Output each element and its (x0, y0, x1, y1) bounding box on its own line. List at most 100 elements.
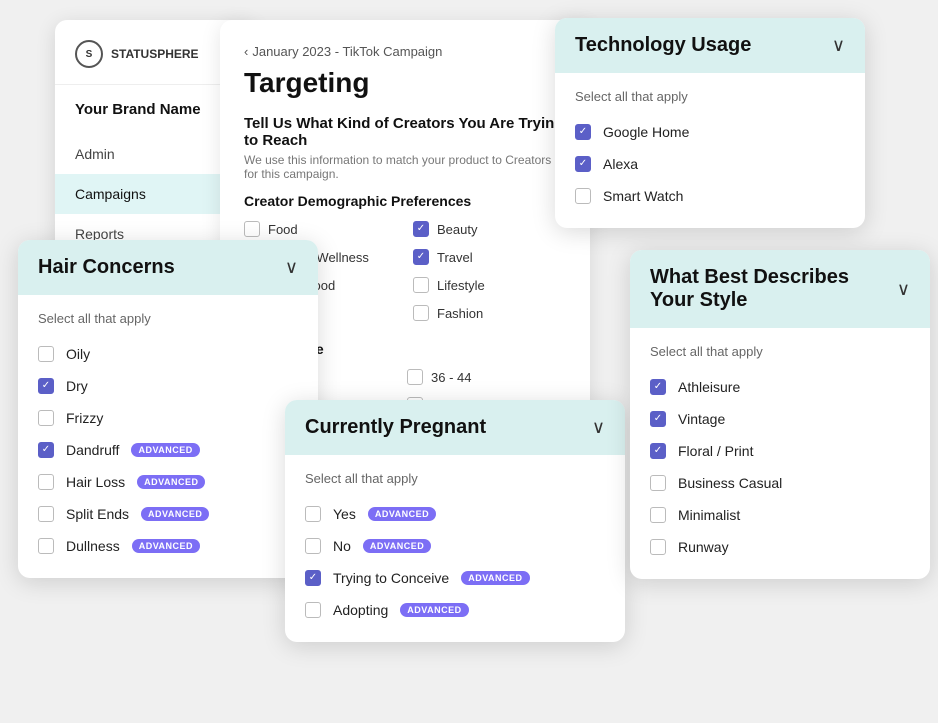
style-body: Select all that apply Athleisure Vintage… (630, 328, 930, 579)
pregnant-header[interactable]: Currently Pregnant ∨ (285, 400, 625, 455)
demo-beauty[interactable]: Beauty (413, 217, 566, 241)
pregnant-chevron-icon: ∨ (592, 417, 605, 438)
minimalist-label: Minimalist (678, 507, 740, 523)
vintage-label: Vintage (678, 411, 725, 427)
style-athleisure[interactable]: Athleisure (650, 371, 910, 403)
style-subtitle: Select all that apply (650, 344, 910, 359)
checkbox-minimalist[interactable] (650, 507, 666, 523)
hair-dandruff[interactable]: Dandruff ADVANCED (38, 434, 298, 466)
advanced-badge-dullness: ADVANCED (132, 539, 200, 553)
pregnant-no[interactable]: No ADVANCED (305, 530, 605, 562)
hair-concerns-panel: Hair Concerns ∨ Select all that apply Oi… (18, 240, 318, 578)
dandruff-label: Dandruff (66, 442, 119, 458)
hair-dry[interactable]: Dry (38, 370, 298, 402)
advanced-badge-hair-loss: ADVANCED (137, 475, 205, 489)
demographic-title: Creator Demographic Preferences (244, 193, 566, 209)
alexa-label: Alexa (603, 156, 638, 172)
pregnant-title: Currently Pregnant (305, 416, 486, 439)
tech-usage-header[interactable]: Technology Usage ∨ (555, 18, 865, 73)
oily-label: Oily (66, 346, 90, 362)
demo-fashion[interactable]: Fashion (413, 301, 566, 325)
advanced-badge-adopting: ADVANCED (400, 603, 468, 617)
checkbox-split-ends[interactable] (38, 506, 54, 522)
checkbox-adopting[interactable] (305, 602, 321, 618)
hair-oily[interactable]: Oily (38, 338, 298, 370)
advanced-badge-no: ADVANCED (363, 539, 431, 553)
pregnant-trying[interactable]: Trying to Conceive ADVANCED (305, 562, 605, 594)
style-chevron-icon: ∨ (897, 279, 910, 300)
tech-usage-panel: Technology Usage ∨ Select all that apply… (555, 18, 865, 228)
style-header[interactable]: What Best Describes Your Style ∨ (630, 250, 930, 328)
section-header: Tell Us What Kind of Creators You Are Tr… (244, 115, 566, 149)
checkbox-dry[interactable] (38, 378, 54, 394)
tech-usage-subtitle: Select all that apply (575, 89, 845, 104)
demo-travel[interactable]: Travel (413, 245, 566, 269)
demo-food[interactable]: Food (244, 217, 397, 241)
checkbox-age-36[interactable] (407, 369, 423, 385)
checkbox-oily[interactable] (38, 346, 54, 362)
tech-smart-watch[interactable]: Smart Watch (575, 180, 845, 212)
demo-beauty-label: Beauty (437, 222, 477, 237)
style-floral[interactable]: Floral / Print (650, 435, 910, 467)
checkbox-vintage[interactable] (650, 411, 666, 427)
checkbox-floral[interactable] (650, 443, 666, 459)
hair-concerns-header[interactable]: Hair Concerns ∨ (18, 240, 318, 295)
google-home-label: Google Home (603, 124, 689, 140)
checkbox-travel[interactable] (413, 249, 429, 265)
checkbox-google-home[interactable] (575, 124, 591, 140)
style-runway[interactable]: Runway (650, 531, 910, 563)
hair-split-ends[interactable]: Split Ends ADVANCED (38, 498, 298, 530)
style-panel: What Best Describes Your Style ∨ Select … (630, 250, 930, 579)
age-36-44-label: 36 - 44 (431, 370, 471, 385)
style-minimalist[interactable]: Minimalist (650, 499, 910, 531)
pregnant-body: Select all that apply Yes ADVANCED No AD… (285, 455, 625, 642)
dry-label: Dry (66, 378, 88, 394)
checkbox-food[interactable] (244, 221, 260, 237)
adopting-label: Adopting (333, 602, 388, 618)
split-ends-label: Split Ends (66, 506, 129, 522)
dullness-label: Dullness (66, 538, 120, 554)
checkbox-yes[interactable] (305, 506, 321, 522)
pregnant-subtitle: Select all that apply (305, 471, 605, 486)
checkbox-smart-watch[interactable] (575, 188, 591, 204)
hair-concerns-body: Select all that apply Oily Dry Frizzy Da… (18, 295, 318, 578)
checkbox-business-casual[interactable] (650, 475, 666, 491)
hair-frizzy[interactable]: Frizzy (38, 402, 298, 434)
checkbox-runway[interactable] (650, 539, 666, 555)
checkbox-dandruff[interactable] (38, 442, 54, 458)
style-business-casual[interactable]: Business Casual (650, 467, 910, 499)
checkbox-dullness[interactable] (38, 538, 54, 554)
logo-text: STATUSPHERE (111, 47, 199, 61)
advanced-badge-yes: ADVANCED (368, 507, 436, 521)
demo-lifestyle[interactable]: Lifestyle (413, 273, 566, 297)
hair-concerns-subtitle: Select all that apply (38, 311, 298, 326)
checkbox-hair-loss[interactable] (38, 474, 54, 490)
advanced-badge-dandruff: ADVANCED (131, 443, 199, 457)
business-casual-label: Business Casual (678, 475, 782, 491)
hair-loss[interactable]: Hair Loss ADVANCED (38, 466, 298, 498)
demo-food-label: Food (268, 222, 298, 237)
tech-google-home[interactable]: Google Home (575, 116, 845, 148)
hair-dullness[interactable]: Dullness ADVANCED (38, 530, 298, 562)
tech-alexa[interactable]: Alexa (575, 148, 845, 180)
checkbox-athleisure[interactable] (650, 379, 666, 395)
checkbox-alexa[interactable] (575, 156, 591, 172)
demo-lifestyle-label: Lifestyle (437, 278, 485, 293)
checkbox-beauty[interactable] (413, 221, 429, 237)
checkbox-lifestyle[interactable] (413, 277, 429, 293)
age-36-44[interactable]: 36 - 44 (407, 365, 566, 389)
pregnant-adopting[interactable]: Adopting ADVANCED (305, 594, 605, 626)
tech-usage-body: Select all that apply Google Home Alexa … (555, 73, 865, 228)
checkbox-fashion[interactable] (413, 305, 429, 321)
sidebar-item-admin-label: Admin (75, 146, 115, 162)
checkbox-frizzy[interactable] (38, 410, 54, 426)
pregnant-yes[interactable]: Yes ADVANCED (305, 498, 605, 530)
tech-usage-chevron-icon: ∨ (832, 35, 845, 56)
style-title: What Best Describes Your Style (650, 266, 897, 312)
style-vintage[interactable]: Vintage (650, 403, 910, 435)
advanced-badge-trying: ADVANCED (461, 571, 529, 585)
back-link[interactable]: ‹ January 2023 - TikTok Campaign (244, 44, 566, 59)
demo-travel-label: Travel (437, 250, 473, 265)
checkbox-trying[interactable] (305, 570, 321, 586)
checkbox-no[interactable] (305, 538, 321, 554)
